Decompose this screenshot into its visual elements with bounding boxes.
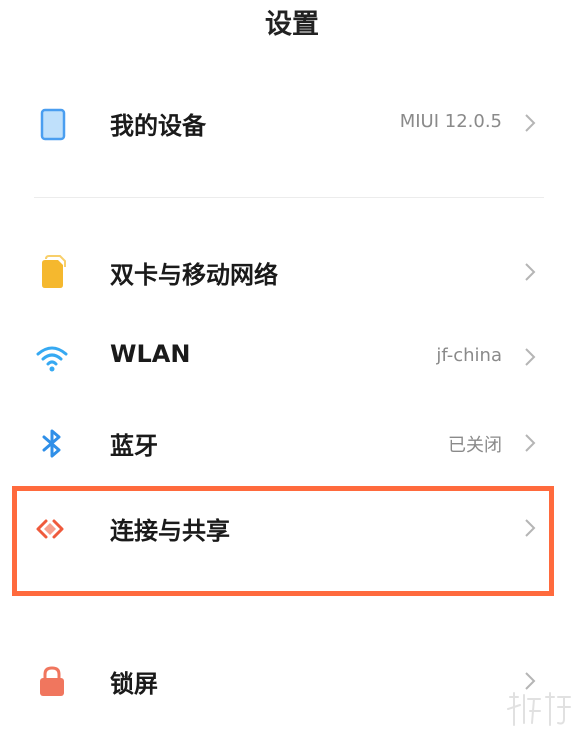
settings-item-label: 蓝牙: [110, 432, 158, 460]
chevron-right-icon: [525, 114, 536, 132]
settings-item-value: MIUI 12.0.5: [399, 111, 502, 132]
settings-item-my-device[interactable]: 我的设备 MIUI 12.0.5: [0, 84, 584, 164]
chevron-right-icon: [525, 263, 536, 281]
lock-icon: [40, 666, 64, 696]
sim-card-icon: [42, 255, 66, 288]
page-title: 设置: [265, 9, 319, 40]
bluetooth-icon: [42, 429, 61, 458]
settings-item-label: 我的设备: [110, 112, 206, 140]
settings-screen: 设置 我的设备 MIUI 12.0.5 双卡与移动网络 WLAN jf-chin…: [0, 0, 584, 731]
section-divider: [34, 197, 544, 198]
settings-item-bluetooth[interactable]: 蓝牙 已关闭: [0, 404, 584, 484]
settings-item-value: 已关闭: [448, 435, 502, 456]
connection-sharing-icon: [36, 519, 64, 539]
chevron-right-icon: [525, 519, 536, 537]
settings-item-wlan[interactable]: WLAN jf-china: [0, 318, 584, 398]
chevron-right-icon: [525, 434, 536, 452]
chevron-right-icon: [525, 348, 536, 366]
settings-item-sim-network[interactable]: 双卡与移动网络: [0, 233, 584, 313]
settings-item-label: 双卡与移动网络: [110, 261, 278, 289]
watermark-logo: [507, 692, 571, 726]
tablet-icon: [40, 108, 66, 141]
settings-item-connection-sharing[interactable]: 连接与共享: [0, 489, 584, 569]
settings-item-label: WLAN: [110, 340, 191, 368]
settings-item-label: 连接与共享: [110, 517, 230, 545]
settings-item-value: jf-china: [436, 345, 502, 366]
settings-item-lock-screen[interactable]: 锁屏: [0, 642, 584, 722]
wifi-icon: [36, 346, 68, 372]
settings-item-label: 锁屏: [110, 670, 158, 698]
